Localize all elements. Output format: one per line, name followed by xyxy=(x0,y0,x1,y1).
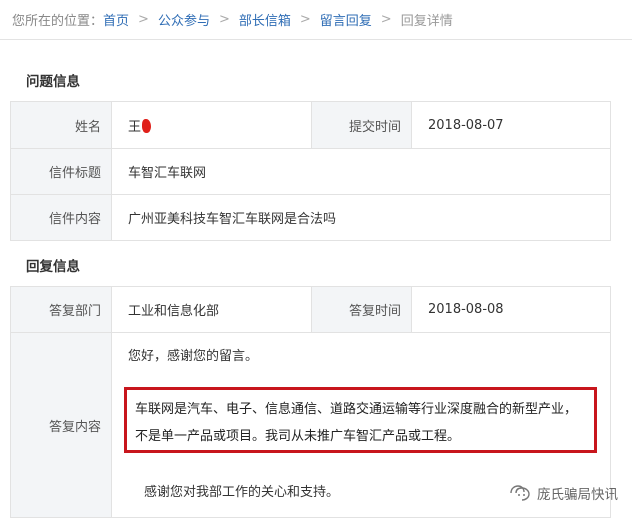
reply-dept-value: 工业和信息化部 xyxy=(111,286,312,333)
question-row-name: 姓名 王 提交时间 2018-08-07 xyxy=(10,101,611,149)
breadcrumb-message-reply[interactable]: 留言回复 xyxy=(320,10,372,29)
wechat-channel-icon xyxy=(510,485,530,501)
reply-body: 车联网是汽车、电子、信息通信、道路交通运输等行业深度融合的新型产业，不是单一产品… xyxy=(135,402,578,444)
name-value-cell: 王 xyxy=(111,101,312,149)
name-label: 姓名 xyxy=(10,101,112,149)
breadcrumb-public-participation[interactable]: 公众参与 xyxy=(158,10,210,29)
subject-value: 车智汇车联网 xyxy=(111,148,611,195)
breadcrumb: 您所在的位置： 首页 > 公众参与 > 部长信箱 > 留言回复 > 回复详情 xyxy=(0,0,632,40)
watermark: 庞氏骗局快讯 xyxy=(509,483,618,503)
reply-row-dept: 答复部门 工业和信息化部 答复时间 2018-08-08 xyxy=(10,286,611,333)
reply-section-title: 回复信息 xyxy=(26,259,80,275)
submit-time-value: 2018-08-07 xyxy=(411,101,611,149)
chevron-right-icon: > xyxy=(218,12,230,27)
watermark-text: 庞氏骗局快讯 xyxy=(537,487,618,503)
reply-time-label: 答复时间 xyxy=(311,286,412,333)
question-section-title: 问题信息 xyxy=(26,74,80,90)
reply-dept-label: 答复部门 xyxy=(10,286,112,333)
reply-time-value: 2018-08-08 xyxy=(411,286,611,333)
name-value: 王 xyxy=(128,119,142,135)
chevron-right-icon: > xyxy=(138,12,149,27)
breadcrumb-minister-mailbox[interactable]: 部长信箱 xyxy=(239,10,291,29)
chevron-right-icon: > xyxy=(299,12,311,27)
reply-greeting: 您好，感谢您的留言。 xyxy=(128,349,259,364)
breadcrumb-current: 回复详情 xyxy=(400,14,453,29)
submit-time-label: 提交时间 xyxy=(311,101,412,149)
question-row-content: 信件内容 广州亚美科技车智汇车联网是合法吗 xyxy=(10,194,611,241)
breadcrumb-prefix: 您所在的位置： xyxy=(12,14,104,29)
highlight-box: 车联网是汽车、电子、信息通信、道路交通运输等行业深度融合的新型产业，不是单一产品… xyxy=(124,387,597,453)
question-info-table: 姓名 王 提交时间 2018-08-07 信件标题 车智汇车联网 信件内容 广州… xyxy=(10,101,611,241)
reply-closing: 感谢您对我部工作的关心和支持。 xyxy=(144,485,340,500)
content-label: 信件内容 xyxy=(10,194,112,241)
subject-label: 信件标题 xyxy=(10,148,112,195)
question-row-subject: 信件标题 车智汇车联网 xyxy=(10,148,611,195)
breadcrumb-home[interactable]: 首页 xyxy=(103,10,129,29)
redaction-mark xyxy=(142,118,152,133)
reply-content-label: 答复内容 xyxy=(10,332,112,518)
content-value: 广州亚美科技车智汇车联网是合法吗 xyxy=(111,194,611,241)
chevron-right-icon: > xyxy=(380,12,392,27)
